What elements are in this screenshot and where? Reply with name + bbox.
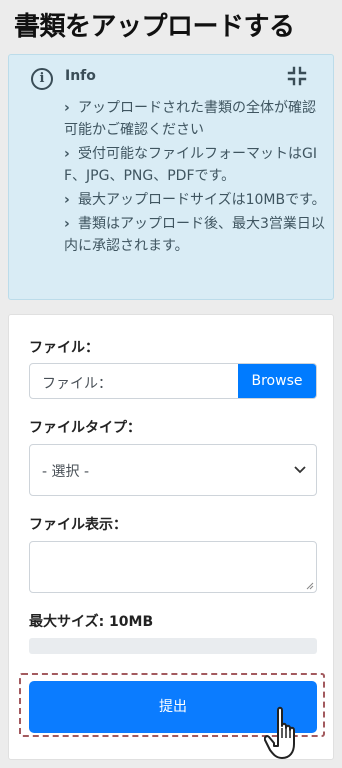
max-size-label: 最大サイズ: 10MB <box>29 614 154 630</box>
file-type-select[interactable]: - 選択 - <box>29 444 317 496</box>
info-title: Info <box>65 68 96 84</box>
info-list-item: › 書類はアップロード後、最大3営業日以内に承認されます。 <box>64 213 326 257</box>
info-list-item: › 最大アップロードサイズは10MBです。 <box>64 189 326 211</box>
file-type-label: ファイルタイプ： <box>29 420 141 436</box>
file-display-label: ファイル表示： <box>29 517 127 533</box>
chevron-right-icon: › <box>64 192 70 208</box>
collapse-icon[interactable] <box>287 66 307 86</box>
file-label: ファイル： <box>29 340 99 356</box>
info-panel: i Info › アップロードされた書類の全体が確認可能かご確認ください › 受付可… <box>8 54 334 300</box>
chevron-right-icon: › <box>64 216 70 232</box>
info-icon: i <box>31 68 53 90</box>
info-list-item: › 受付可能なファイルフォーマットはGIF、JPG、PNG、PDFです。 <box>64 143 326 187</box>
browse-button[interactable]: Browse <box>238 364 316 398</box>
file-input-placeholder: ファイル： <box>42 376 112 392</box>
file-display-textarea[interactable] <box>29 541 317 593</box>
chevron-right-icon: › <box>64 100 70 116</box>
upload-progress-bar <box>29 638 317 654</box>
upload-form: ファイル： ファイル： Browse ファイルタイプ： - 選択 - ファイル表… <box>8 314 334 760</box>
resize-grip-icon[interactable] <box>306 582 314 590</box>
cursor-icon <box>264 706 295 759</box>
chevron-right-icon: › <box>64 146 70 162</box>
file-input[interactable]: ファイル： Browse <box>29 363 317 399</box>
chevron-down-icon <box>294 466 306 474</box>
info-list: › アップロードされた書類の全体が確認可能かご確認ください › 受付可能なファイルフ… <box>64 97 326 259</box>
info-list-item: › アップロードされた書類の全体が確認可能かご確認ください <box>64 97 326 141</box>
file-type-selected: - 選択 - <box>42 464 90 480</box>
page-title: 書類をアップロードする <box>14 12 295 42</box>
